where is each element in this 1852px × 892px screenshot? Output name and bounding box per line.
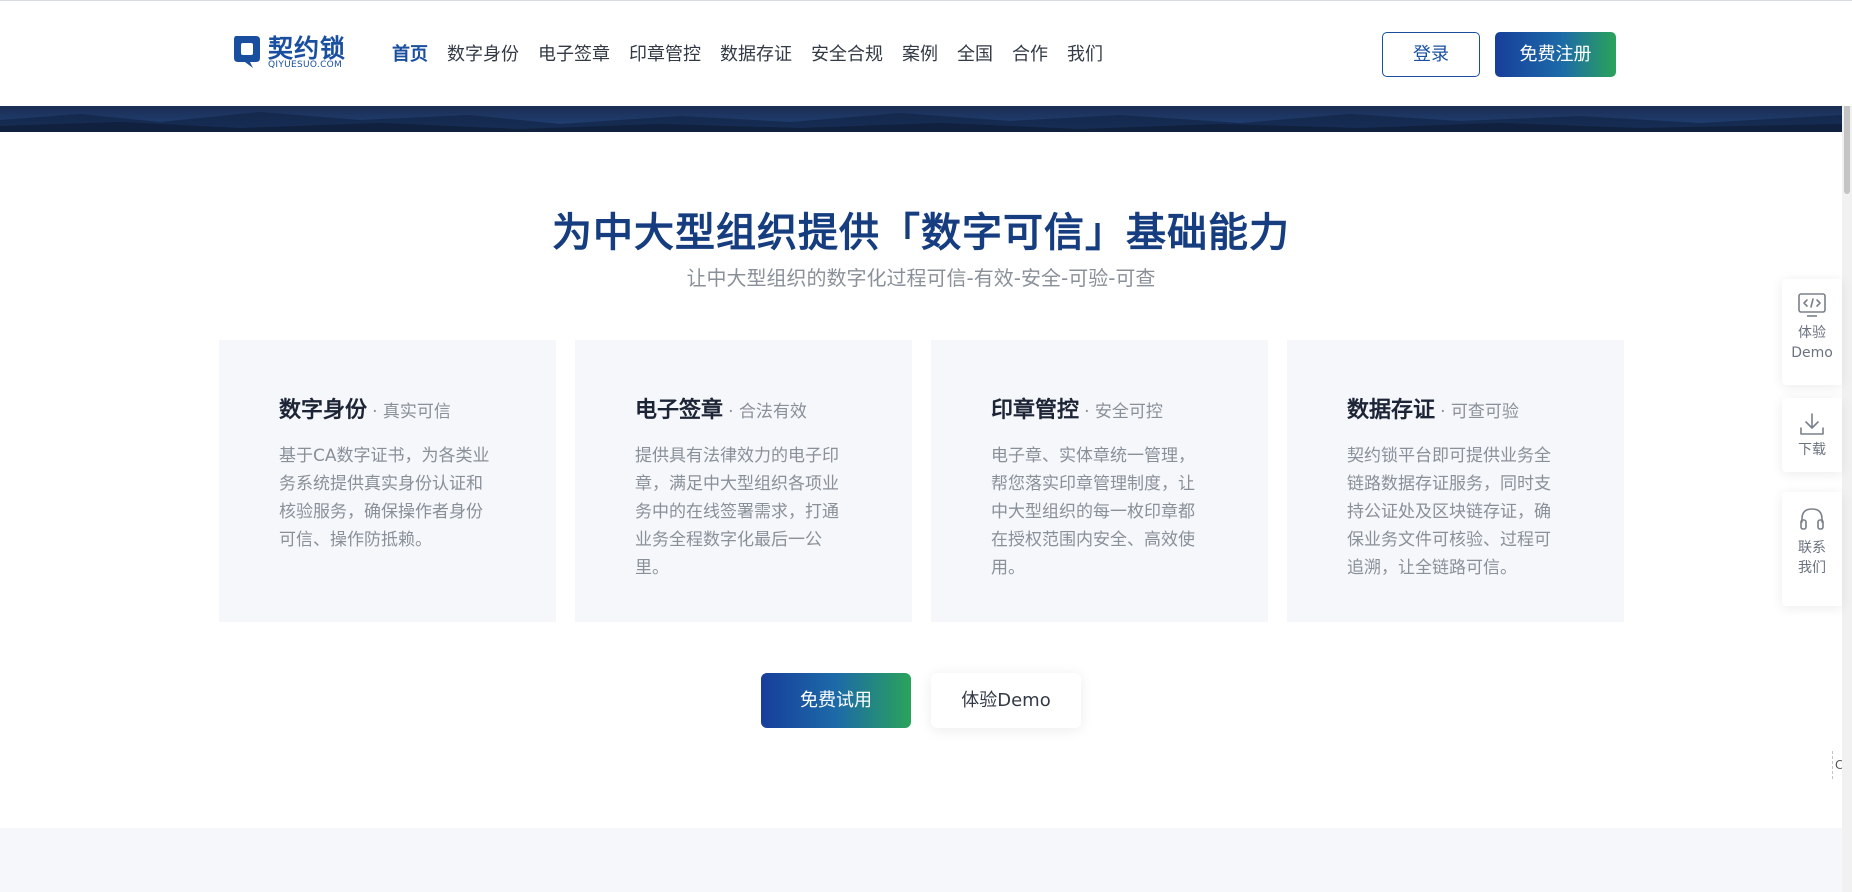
card-tag: · 合法有效 [728,402,807,422]
side-contact-label-2: 我们 [1798,560,1826,576]
hero-banner-strip [0,106,1842,132]
nav-item-partners[interactable]: 合作 [1012,43,1048,67]
card-tag: · 可查可验 [1440,402,1519,422]
feature-card-seal-control[interactable]: 印章管控 · 安全可控 电子章、实体章统一管理，帮您落实印章管理制度，让中大型组… [931,340,1268,622]
section-title: 为中大型组织提供「数字可信」基础能力 [552,210,1290,256]
card-description: 电子章、实体章统一管理，帮您落实印章管理制度，让中大型组织的每一枚印章都在授权范… [991,446,1195,578]
feature-card-digital-identity[interactable]: 数字身份 · 真实可信 基于CA数字证书，为各类业务系统提供真实身份认证和核验服… [219,340,556,622]
card-title: 印章管控 [991,398,1080,423]
logo-domain-text: QIYUESUO.COM [268,60,343,70]
section-subtitle: 让中大型组织的数字化过程可信-有效-安全-可验-可查 [686,266,1156,290]
nav-item-nationwide[interactable]: 全国 [957,43,993,67]
headset-icon [1800,508,1824,530]
feature-card-data-evidence[interactable]: 数据存证 · 可查可验 契约锁平台即可提供业务全链路数据存证服务，同时支持公证处… [1287,340,1624,622]
free-trial-button[interactable]: 免费试用 [761,673,911,728]
nav-item-digital-identity[interactable]: 数字身份 [447,43,519,67]
page-scrollbar[interactable] [1842,0,1852,892]
nav-item-about[interactable]: 我们 [1067,43,1103,67]
register-button[interactable]: 免费注册 [1495,32,1616,77]
side-download-button[interactable]: 下载 [1782,398,1842,472]
side-contact-button[interactable]: 联系 我们 [1782,492,1842,606]
side-demo-label: 体验 [1798,325,1826,341]
try-demo-button[interactable]: 体验Demo [931,673,1081,728]
code-window-icon [1798,293,1826,317]
card-title-row: 电子签章 · 合法有效 [635,392,807,424]
site-logo[interactable]: 契约锁 QIYUESUO.COM [230,31,350,73]
card-title: 数字身份 [279,398,368,423]
side-download-label: 下载 [1798,442,1826,458]
nav-item-security-compliance[interactable]: 安全合规 [811,43,883,67]
card-tag: · 真实可信 [372,402,451,422]
side-demo-button[interactable]: 体验 Demo [1782,279,1842,385]
login-button[interactable]: 登录 [1382,32,1480,77]
side-contact-label: 联系 [1798,540,1826,556]
mountain-silhouette-icon [0,112,1842,132]
feature-cards: 数字身份 · 真实可信 基于CA数字证书，为各类业务系统提供真实身份认证和核验服… [219,340,1624,622]
card-description: 契约锁平台即可提供业务全链路数据存证服务，同时支持公证处及区块链存证，确保业务文… [1347,446,1551,578]
card-title-row: 数据存证 · 可查可验 [1347,392,1519,424]
next-section-background [0,828,1842,892]
nav-item-e-signature[interactable]: 电子签章 [538,43,610,67]
card-description: 基于CA数字证书，为各类业务系统提供真实身份认证和核验服务，确保操作者身份可信、… [279,446,490,550]
edge-collapsed-tab[interactable]: C [1832,751,1842,779]
nav-item-home[interactable]: 首页 [392,43,428,67]
nav-item-data-evidence[interactable]: 数据存证 [720,43,792,67]
main-nav: 首页 数字身份 电子签章 印章管控 数据存证 安全合规 案例 全国 合作 我们 [392,43,1122,67]
download-icon [1800,413,1824,435]
logo-mark-icon [234,36,260,68]
card-title-row: 数字身份 · 真实可信 [279,392,451,424]
card-title-row: 印章管控 · 安全可控 [991,392,1163,424]
nav-item-cases[interactable]: 案例 [902,43,938,67]
card-title: 电子签章 [635,398,724,423]
site-header: 契约锁 QIYUESUO.COM 首页 数字身份 电子签章 印章管控 数据存证 … [0,0,1852,106]
card-tag: · 安全可控 [1084,402,1163,422]
side-demo-label-2: Demo [1791,345,1833,361]
card-title: 数据存证 [1347,398,1436,423]
card-description: 提供具有法律效力的电子印章，满足中大型组织各项业务中的在线签署需求，打通业务全程… [635,446,839,578]
nav-item-seal-control[interactable]: 印章管控 [629,43,701,67]
feature-card-e-signature[interactable]: 电子签章 · 合法有效 提供具有法律效力的电子印章，满足中大型组织各项业务中的在… [575,340,912,622]
